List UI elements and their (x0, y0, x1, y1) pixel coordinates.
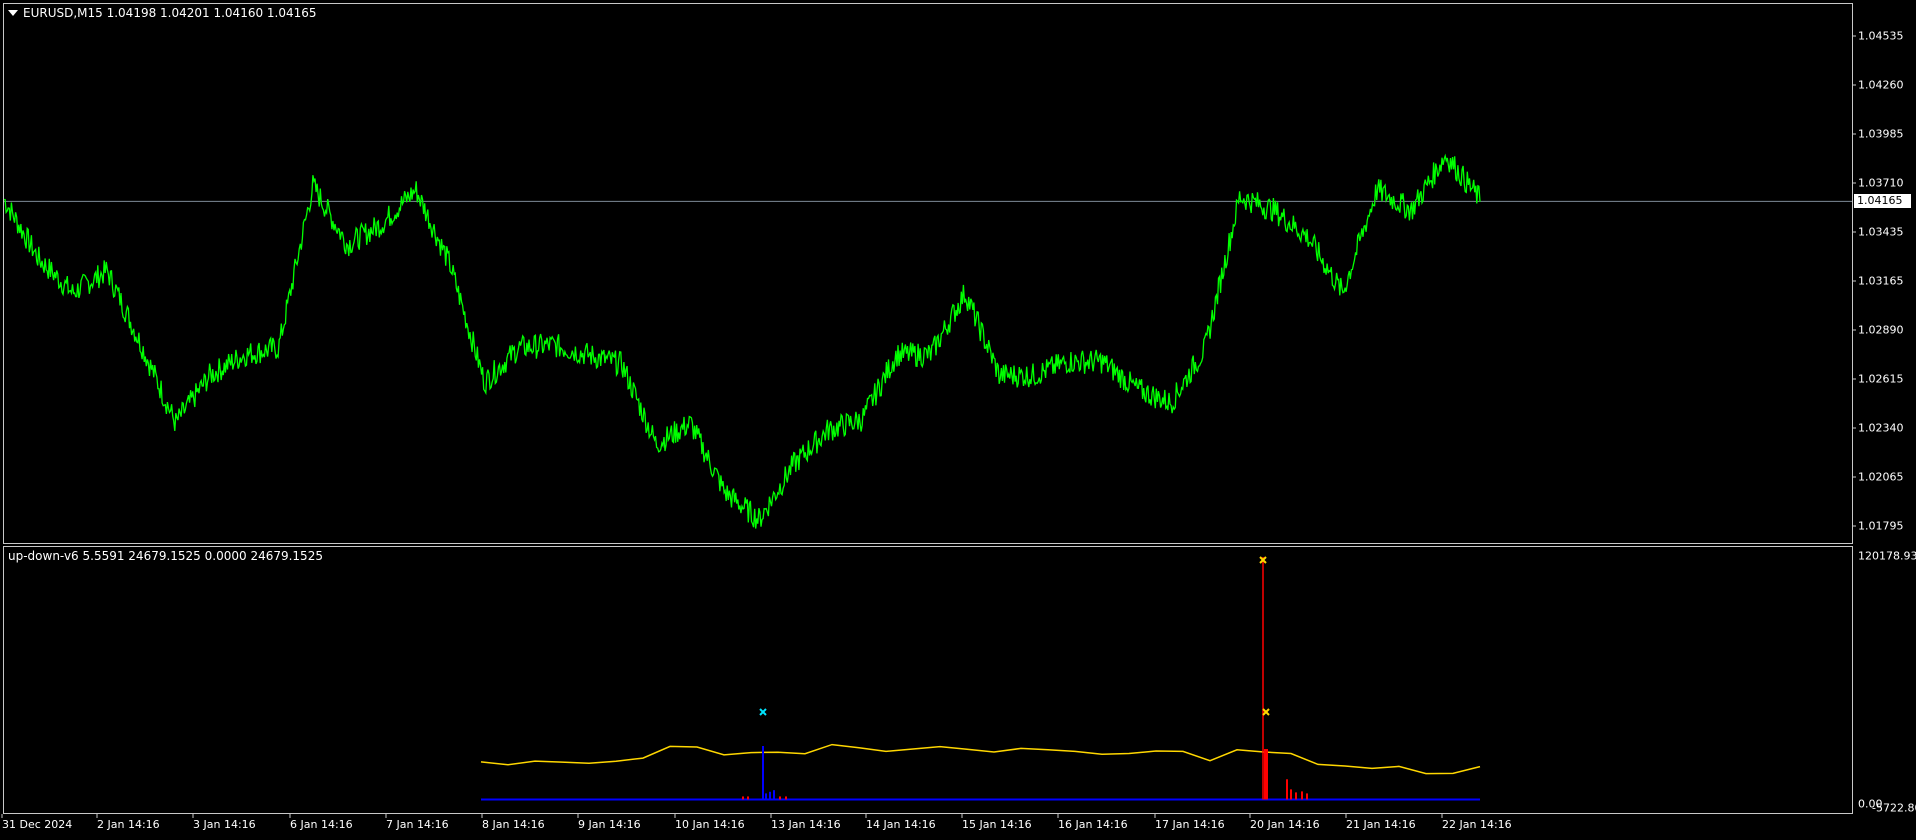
price-axis-tick: 1.02890 (1858, 323, 1904, 337)
price-axis-tick: 1.02615 (1858, 372, 1904, 386)
time-axis-tick: 10 Jan 14:16 (675, 818, 745, 831)
price-axis-tick: 1.03710 (1858, 176, 1904, 190)
current-price-tag: 1.04165 (1854, 194, 1911, 209)
price-axis-tick: 1.03435 (1858, 225, 1904, 239)
time-axis-tick: 2 Jan 14:16 (97, 818, 160, 831)
time-axis-tick: 31 Dec 2024 (2, 818, 73, 831)
time-axis-tick: 9 Jan 14:16 (578, 818, 641, 831)
price-axis-tick: 1.02340 (1858, 421, 1904, 435)
price-axis-tick: 1.02065 (1858, 470, 1904, 484)
time-axis-tick: 21 Jan 14:16 (1346, 818, 1416, 831)
chart-canvas (1, 35, 1856, 818)
price-line (3, 153, 1481, 529)
time-axis-tick: 20 Jan 14:16 (1250, 818, 1320, 831)
price-axis-tick: 1.01795 (1858, 519, 1904, 533)
time-axis-tick: 3 Jan 14:16 (193, 818, 256, 831)
time-axis-tick: 17 Jan 14:16 (1155, 818, 1225, 831)
time-axis-tick: 13 Jan 14:16 (771, 818, 841, 831)
price-axis-tick: 1.04535 (1858, 29, 1904, 43)
time-axis-tick: 22 Jan 14:16 (1442, 818, 1512, 831)
indicator-axis-tick: 120178.93 (1858, 549, 1916, 563)
time-axis-tick: 7 Jan 14:16 (386, 818, 449, 831)
time-axis-tick: 8 Jan 14:16 (482, 818, 545, 831)
price-axis-tick: 1.03985 (1858, 127, 1904, 141)
price-axis-tick: 1.04260 (1858, 78, 1904, 92)
price-axis-tick: 1.03165 (1858, 274, 1904, 288)
indicator-yellow-line (480, 743, 1481, 775)
time-axis-tick: 16 Jan 14:16 (1058, 818, 1128, 831)
indicator-axis-tick: -5722.8064 (1872, 801, 1916, 815)
time-axis-tick: 6 Jan 14:16 (290, 818, 353, 831)
time-axis-tick: 14 Jan 14:16 (866, 818, 936, 831)
time-axis-tick: 15 Jan 14:16 (962, 818, 1032, 831)
